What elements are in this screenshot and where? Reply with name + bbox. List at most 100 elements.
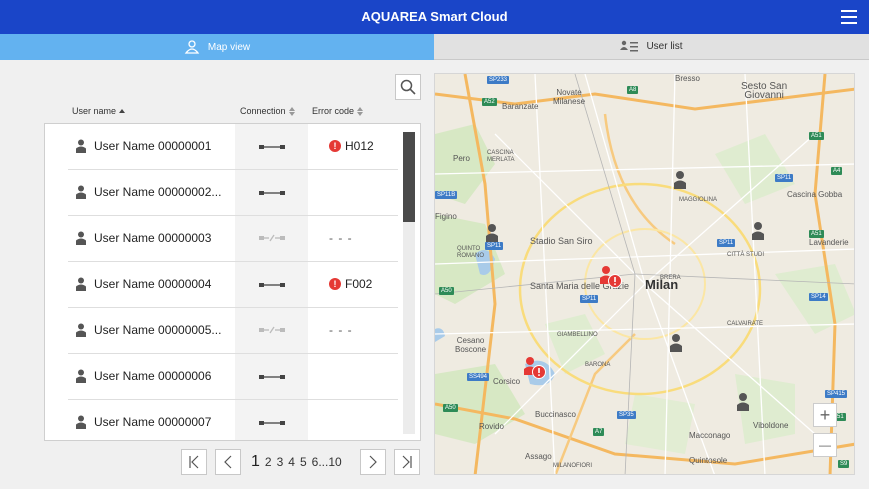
- map-pin-icon[interactable]: [669, 333, 683, 353]
- connection-cell: [235, 308, 308, 353]
- table-row[interactable]: User Name 00000001 ! H012: [68, 124, 398, 170]
- map-label: MILANOFIORI: [553, 463, 593, 469]
- road-badge: SP11: [580, 295, 599, 303]
- column-header-error-code[interactable]: Error code: [312, 106, 364, 116]
- user-icon: [76, 369, 86, 383]
- table-row[interactable]: User Name 00000003 - - -: [68, 216, 398, 262]
- error-cell: - - -: [329, 231, 353, 245]
- map-label: Lavanderie: [809, 238, 849, 247]
- connection-icon: [258, 138, 285, 156]
- map-label: MAGGIOLINA: [679, 197, 718, 203]
- tab-user-list-label: User list: [646, 41, 683, 52]
- map-label: Quintosole: [689, 456, 728, 465]
- error-cell: ! H012: [329, 139, 374, 153]
- connection-cell: [235, 124, 308, 169]
- map-label: Stadio San Siro: [530, 236, 593, 246]
- road-badge: SS494: [467, 373, 490, 381]
- road-badge: SP415: [825, 390, 848, 398]
- road-badge: A8: [627, 86, 639, 94]
- road-badge: SP11: [717, 239, 736, 247]
- road-badge: A50: [439, 287, 454, 295]
- prev-page-button[interactable]: [215, 449, 241, 475]
- user-name: User Name 00000002...: [94, 185, 222, 199]
- map-label: CALVAIRATE: [727, 321, 764, 327]
- column-header-connection[interactable]: Connection: [240, 106, 295, 116]
- page-link[interactable]: 6: [312, 455, 319, 469]
- map-pin-icon[interactable]: [673, 170, 687, 190]
- map-label: Assago: [525, 452, 552, 461]
- table-row[interactable]: User Name 00000006: [68, 354, 398, 400]
- table-row[interactable]: User Name 00000004 ! F002: [68, 262, 398, 308]
- connection-broken-icon: [258, 230, 285, 248]
- map-panel[interactable]: Bresso Sesto San Giovanni Novate Milanes…: [434, 73, 855, 475]
- map-label: BARONA: [585, 362, 611, 368]
- search-button[interactable]: [395, 74, 421, 100]
- road-badge: A7: [593, 428, 605, 436]
- tab-user-list[interactable]: User list: [434, 34, 869, 60]
- map-pin-icon[interactable]: [751, 221, 765, 241]
- last-page-icon: [402, 455, 412, 469]
- table-row[interactable]: User Name 00000002...: [68, 170, 398, 216]
- zoom-out-button[interactable]: —: [813, 433, 837, 457]
- sort-icon: [357, 106, 364, 116]
- map-pin-error-icon[interactable]: [523, 356, 547, 380]
- page-current[interactable]: 1: [251, 453, 260, 471]
- next-page-button[interactable]: [360, 449, 386, 475]
- error-cell: ! F002: [329, 277, 372, 291]
- page-link[interactable]: 5: [300, 455, 307, 469]
- page-link-last[interactable]: 10: [328, 455, 341, 469]
- map-label: GIAMBELLINO: [557, 332, 598, 338]
- connection-icon: [258, 414, 285, 432]
- road-badge: SP11: [485, 242, 504, 250]
- map-label: Figino: [435, 212, 457, 221]
- page-link[interactable]: 2: [265, 455, 272, 469]
- map-label: Cesano Boscone: [455, 336, 487, 354]
- user-name: User Name 00000001: [94, 139, 212, 153]
- first-page-button[interactable]: [181, 449, 207, 475]
- view-tabs: Map view User list: [0, 34, 869, 60]
- map-city-label: Milan: [645, 277, 679, 292]
- map-person-icon: [184, 40, 200, 54]
- user-icon: [76, 323, 86, 337]
- sort-icon: [119, 109, 126, 113]
- error-code-empty: - - -: [329, 323, 353, 337]
- scrollbar-thumb[interactable]: [403, 132, 415, 222]
- tab-map-view[interactable]: Map view: [0, 34, 434, 60]
- sort-icon: [288, 106, 295, 116]
- road-badge: SP35: [617, 411, 636, 419]
- search-icon: [400, 79, 416, 95]
- page-link[interactable]: 3: [277, 455, 284, 469]
- user-icon: [76, 231, 86, 245]
- map-label: CITTÀ STUDI: [727, 252, 764, 258]
- tab-map-view-label: Map view: [207, 41, 251, 53]
- zoom-in-button[interactable]: +: [813, 403, 837, 427]
- hamburger-menu-icon[interactable]: [841, 10, 857, 24]
- table-scrollbar[interactable]: [403, 132, 415, 434]
- first-page-icon: [189, 455, 199, 469]
- app-title: AQUAREA Smart Cloud: [361, 9, 508, 24]
- error-icon: !: [329, 278, 341, 290]
- map-pin-icon[interactable]: [485, 223, 499, 243]
- column-header-user-name[interactable]: User name: [72, 106, 126, 116]
- map-pin-error-icon[interactable]: [599, 265, 623, 289]
- table-row[interactable]: User Name 00000005... - - -: [68, 308, 398, 354]
- page-link[interactable]: 4: [288, 455, 295, 469]
- road-badge: SP14: [809, 293, 828, 301]
- user-table: User Name 00000001 ! H012 User Name 00000…: [44, 123, 421, 441]
- map-label: CASCINA MERLATA: [487, 150, 515, 163]
- user-list-icon: [620, 40, 639, 53]
- user-icon: [76, 185, 86, 199]
- road-badge: A50: [443, 404, 458, 412]
- user-name: User Name 00000006: [94, 369, 212, 383]
- error-icon: !: [329, 140, 341, 152]
- map-label: Rovido: [479, 422, 504, 431]
- page-ellipsis: ...: [318, 455, 329, 469]
- map-label: Novate Milanese: [553, 88, 586, 106]
- map-label: Baranzate: [502, 102, 539, 111]
- last-page-button[interactable]: [394, 449, 420, 475]
- user-name: User Name 00000003: [94, 231, 212, 245]
- user-icon: [76, 415, 86, 429]
- map-label: Pero: [453, 154, 470, 163]
- map-pin-icon[interactable]: [736, 392, 750, 412]
- table-row[interactable]: User Name 00000007: [68, 400, 398, 440]
